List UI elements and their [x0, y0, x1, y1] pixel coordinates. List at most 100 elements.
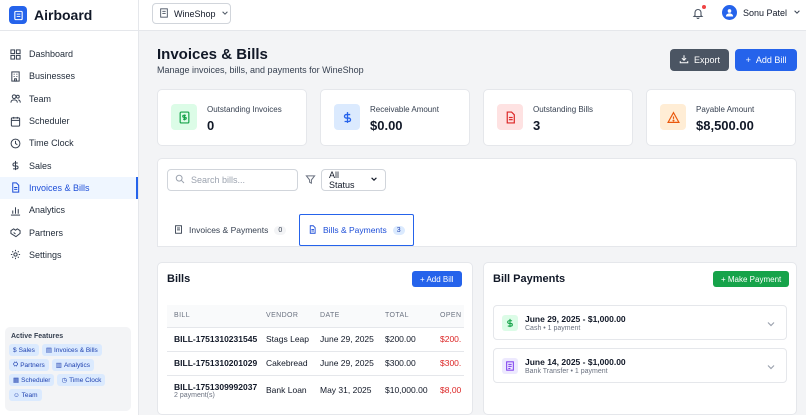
download-icon [679, 54, 689, 66]
dollar-icon [502, 315, 518, 331]
table-row[interactable]: BILL-1751309992037 2 payment(s) Bank Loa… [167, 374, 464, 405]
bill-payments-count: 2 payment(s) [174, 391, 215, 399]
stat-label: Payable Amount [696, 105, 755, 114]
bill-total: $300.00 [378, 350, 433, 375]
calendar-icon [10, 116, 21, 127]
building-icon [10, 71, 21, 82]
tab-bills-payments[interactable]: Bills & Payments 3 [299, 214, 414, 246]
bill-number: BILL-1751310231545 [167, 326, 259, 351]
sidebar-item-label: Invoices & Bills [29, 182, 90, 193]
make-payment-button[interactable]: + Make Payment [713, 271, 790, 287]
bill-total: $10,000.00 [378, 374, 433, 405]
sidebar-item-time-clock[interactable]: Time Clock [0, 132, 138, 154]
sidebar-item-label: Time Clock [29, 138, 74, 149]
add-bill-small-button[interactable]: + Add Bill [412, 271, 462, 287]
warning-icon [660, 104, 686, 130]
stat-value: $0.00 [370, 118, 403, 133]
bill-open: $300. [433, 350, 464, 375]
sidebar-nav: Dashboard Businesses Team Scheduler Time… [0, 31, 138, 266]
filter-icon [305, 174, 316, 185]
tab-invoices-payments[interactable]: Invoices & Payments 0 [166, 214, 294, 246]
chevron-down-icon [793, 8, 801, 18]
notification-badge [702, 5, 706, 9]
sidebar-item-businesses[interactable]: Businesses [0, 65, 138, 87]
table-row[interactable]: BILL-1751310201029 Cakebread June 29, 20… [167, 350, 464, 375]
file-icon [174, 224, 183, 236]
chevron-down-icon[interactable] [766, 361, 776, 371]
payment-group[interactable]: June 14, 2025 - $1,000.00 Bank Transfer … [493, 348, 787, 383]
dollar-icon: $ [13, 346, 17, 354]
sidebar-item-dashboard[interactable]: Dashboard [0, 43, 138, 65]
column-header: DATE [313, 305, 378, 327]
status-select[interactable]: All Status [321, 169, 386, 191]
sidebar-item-invoices-bills[interactable]: Invoices & Bills [0, 176, 138, 200]
stat-payable-amount: Payable Amount $8,500.00 [646, 89, 796, 146]
bill-open: $8,00 [433, 374, 464, 405]
shop-selector[interactable]: WineShop [152, 3, 231, 24]
feature-chip-partners: ⛭ Partners [9, 359, 49, 371]
add-bill-label: Add Bill [755, 55, 787, 65]
page-subtitle: Manage invoices, bills, and payments for… [157, 65, 364, 75]
active-features-panel: Active Features $ Sales ▤ Invoices & Bills… [5, 327, 131, 411]
chevron-down-icon [221, 9, 229, 19]
column-header: VENDOR [259, 305, 313, 327]
chevron-down-icon[interactable] [766, 318, 776, 328]
bill-vendor: Bank Loan [259, 374, 313, 405]
store-icon [159, 7, 169, 20]
bills-title: Bills [167, 273, 191, 285]
search-input[interactable]: Search bills... [191, 175, 245, 185]
handshake-icon [10, 227, 21, 238]
bill-date: June 29, 2025 [313, 326, 378, 351]
tab-count-badge: 3 [392, 225, 405, 235]
sidebar-item-scheduler[interactable]: Scheduler [0, 110, 138, 132]
stat-label: Outstanding Invoices [207, 105, 282, 114]
user-name: Sonu Patel [743, 7, 788, 18]
file-icon: ▤ [45, 347, 53, 354]
sidebar-item-sales[interactable]: Sales [0, 154, 138, 176]
brand-name: Airboard [34, 7, 93, 23]
main-content: Invoices & Bills Manage invoices, bills,… [139, 31, 806, 415]
search-icon [175, 174, 185, 186]
sidebar-item-label: Businesses [29, 71, 76, 82]
table-header-row: BILL VENDOR DATE TOTAL OPEN [167, 305, 464, 327]
stat-receivable-amount: Receivable Amount $0.00 [320, 89, 470, 146]
shop-name: WineShop [174, 8, 216, 19]
sidebar-item-settings[interactable]: Settings [0, 244, 138, 266]
bill-vendor: Cakebread [259, 350, 313, 375]
sidebar-item-label: Dashboard [29, 49, 74, 60]
payment-group[interactable]: June 29, 2025 - $1,000.00 Cash • 1 payme… [493, 305, 787, 340]
table-row[interactable]: BILL-1751310231545 Stags Leap June 29, 2… [167, 326, 464, 351]
payment-subtitle: Cash • 1 payment [525, 325, 581, 332]
brand[interactable]: Airboard [0, 0, 138, 31]
feature-chip-time-clock: ◷ Time Clock [57, 374, 106, 386]
sidebar-item-analytics[interactable]: Analytics [0, 199, 138, 221]
file-icon [308, 224, 317, 236]
search-box[interactable]: Search bills... [167, 169, 298, 191]
export-button[interactable]: Export [670, 49, 729, 71]
sidebar-item-team[interactable]: Team [0, 88, 138, 110]
column-header: TOTAL [378, 305, 433, 327]
add-bill-button[interactable]: + Add Bill [735, 49, 797, 71]
stat-value: $8,500.00 [696, 118, 754, 133]
bill-date: May 31, 2025 [313, 374, 378, 405]
dollar-doc-icon [171, 104, 197, 130]
airboard-logo-icon [9, 6, 27, 24]
sidebar-item-label: Team [29, 93, 52, 104]
bill-vendor: Stags Leap [259, 326, 313, 351]
top-bar: WineShop Sonu Patel [139, 0, 806, 31]
payment-subtitle: Bank Transfer • 1 payment [525, 368, 608, 375]
bills-panel: Bills + Add Bill BILL VENDOR DATE TOTAL … [157, 262, 473, 415]
active-features-title: Active Features [11, 333, 64, 340]
sidebar-item-partners[interactable]: Partners [0, 221, 138, 243]
grid-icon [10, 49, 21, 60]
stat-label: Receivable Amount [370, 105, 439, 114]
stat-value: 0 [207, 118, 215, 133]
gear-icon [10, 249, 21, 260]
bill-open: $200. [433, 326, 464, 351]
bill-date: June 29, 2025 [313, 350, 378, 375]
sidebar-item-label: Scheduler [29, 116, 70, 127]
bill-total: $200.00 [378, 326, 433, 351]
user-menu[interactable]: Sonu Patel [722, 5, 801, 20]
column-header: BILL [167, 305, 259, 327]
bill-payments-panel: Bill Payments + Make Payment June 29, 20… [483, 262, 797, 415]
